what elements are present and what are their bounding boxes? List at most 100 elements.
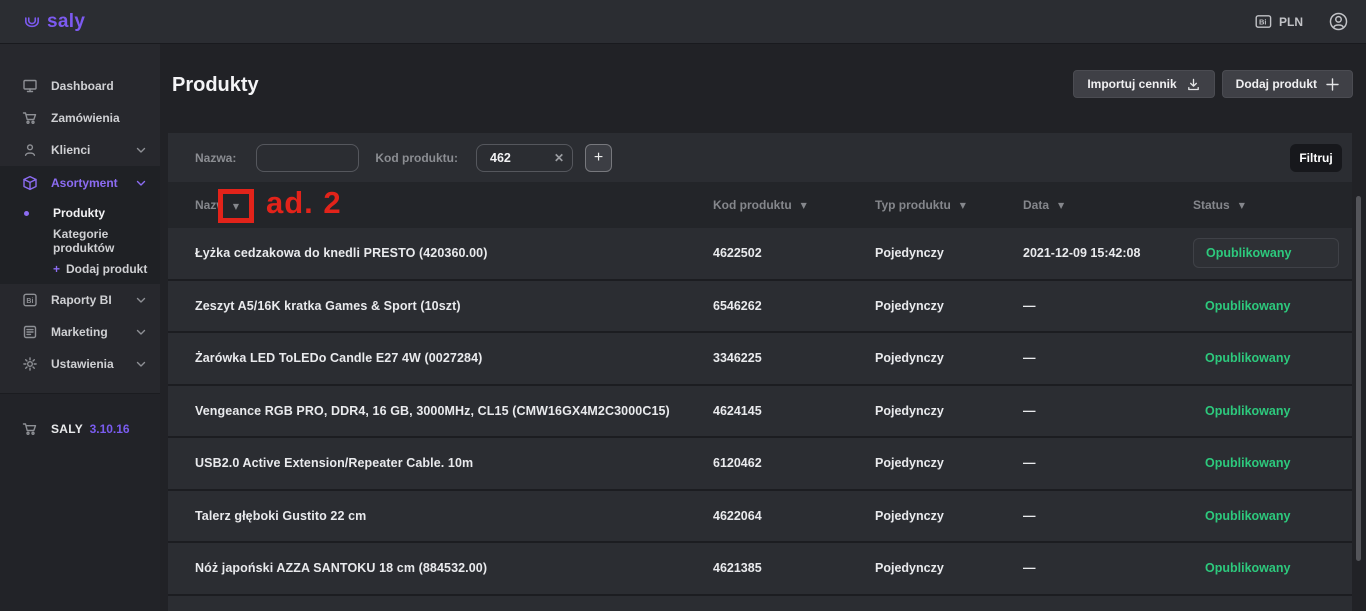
plus-icon bbox=[1326, 78, 1339, 91]
product-name-cell: Vengeance RGB PRO, DDR4, 16 GB, 3000MHz,… bbox=[168, 404, 713, 418]
sidebar-item-klienci[interactable]: Klienci bbox=[0, 134, 160, 166]
sidebar-item-label: Ustawienia bbox=[51, 357, 114, 371]
main-content: Produkty Importuj cennik Dodaj produkt N… bbox=[160, 44, 1366, 611]
product-status-cell: Opublikowany bbox=[1193, 456, 1352, 470]
sidebar-item-marketing[interactable]: Marketing bbox=[0, 316, 160, 348]
add-filter-button[interactable]: + bbox=[585, 144, 612, 172]
cart-icon bbox=[22, 110, 38, 126]
sidebar-item-label: Marketing bbox=[51, 325, 108, 339]
table-row[interactable]: Żarówka LED ToLEDo Candle E27 4W (002728… bbox=[168, 333, 1352, 386]
sidebar-item-ustawienia[interactable]: Ustawienia bbox=[0, 348, 160, 380]
topbar: saly Bi PLN bbox=[0, 0, 1366, 44]
product-code-cell: 4622064 bbox=[713, 509, 875, 523]
products-card: Nazwa: Kod produktu: ✕ + Filtruj Nazwa K… bbox=[168, 133, 1352, 611]
sort-arrow-icon[interactable]: ▼ bbox=[960, 201, 966, 210]
table-row[interactable]: Vengeance RGB PRO, DDR4, 16 GB, 3000MHz,… bbox=[168, 386, 1352, 439]
sidebar-subitem-label: Kategorie produktów bbox=[53, 227, 160, 255]
product-date-cell: — bbox=[1023, 299, 1193, 313]
brand-logo[interactable]: saly bbox=[22, 11, 85, 33]
table-row[interactable]: Talerz głęboki Gustito 22 cm 4622064 Poj… bbox=[168, 491, 1352, 544]
brand-name: saly bbox=[47, 11, 85, 33]
download-icon bbox=[1186, 77, 1201, 92]
product-type-cell: Pojedynczy bbox=[875, 299, 1023, 313]
table-row[interactable]: Łyżka cedzakowa do knedli PRESTO (420360… bbox=[168, 228, 1352, 281]
product-code-cell: 4621385 bbox=[713, 561, 875, 575]
column-label: Status bbox=[1193, 198, 1230, 212]
account-icon[interactable] bbox=[1329, 12, 1348, 31]
chevron-down-icon bbox=[136, 180, 146, 187]
chevron-down-icon bbox=[136, 361, 146, 368]
person-icon bbox=[22, 142, 38, 158]
product-name-cell: Zeszyt A5/16K kratka Games & Sport (10sz… bbox=[168, 299, 713, 313]
app-window: saly Bi PLN Dashboard bbox=[0, 0, 1366, 611]
product-name-cell: Talerz głęboki Gustito 22 cm bbox=[168, 509, 713, 523]
add-product-button[interactable]: Dodaj produkt bbox=[1222, 70, 1353, 98]
table-row[interactable]: Nóż japoński AZZA SANTOKU 18 cm (884532.… bbox=[168, 543, 1352, 596]
sidebar-subitem-kategorie[interactable]: Kategorie produktów bbox=[0, 227, 160, 255]
table-row[interactable]: Zeszyt A5/16K kratka Games & Sport (10sz… bbox=[168, 281, 1352, 334]
sidebar-subitem-label: Dodaj produkt bbox=[66, 262, 147, 276]
sidebar-subitem-produkty[interactable]: Produkty bbox=[0, 199, 160, 227]
bi-report-icon: Bi bbox=[22, 292, 38, 308]
name-filter-input[interactable] bbox=[256, 144, 359, 172]
sort-arrow-icon[interactable]: ▼ bbox=[233, 202, 239, 211]
product-status-cell: Opublikowany bbox=[1193, 351, 1352, 365]
sidebar-item-zamowienia[interactable]: Zamówienia bbox=[0, 102, 160, 134]
product-status-cell: Opublikowany bbox=[1193, 404, 1352, 418]
product-date-cell: — bbox=[1023, 561, 1193, 575]
sidebar-item-label: Zamówienia bbox=[51, 111, 120, 125]
column-label: Data bbox=[1023, 198, 1049, 212]
product-status-cell: Opublikowany bbox=[1193, 561, 1352, 575]
product-status-cell: Opublikowany bbox=[1193, 299, 1352, 313]
sidebar-subitem-label: Produkty bbox=[53, 206, 105, 220]
sidebar-item-label: Klienci bbox=[51, 143, 90, 157]
chevron-down-icon bbox=[136, 297, 146, 304]
table-row[interactable]: USB2.0 Active Extension/Repeater Cable. … bbox=[168, 438, 1352, 491]
sort-arrow-icon[interactable]: ▼ bbox=[1239, 201, 1245, 210]
status-badge: Opublikowany bbox=[1193, 238, 1339, 268]
column-header-status[interactable]: Status ▼ bbox=[1193, 198, 1352, 212]
product-code-cell: 4624145 bbox=[713, 404, 875, 418]
sort-arrow-icon[interactable]: ▼ bbox=[1058, 201, 1064, 210]
column-header-typ-produktu[interactable]: Typ produktu ▼ bbox=[875, 198, 1023, 212]
name-filter-label: Nazwa: bbox=[195, 151, 236, 165]
import-pricelist-button[interactable]: Importuj cennik bbox=[1073, 70, 1214, 98]
status-badge: Opublikowany bbox=[1205, 561, 1290, 575]
product-code-cell: 6120462 bbox=[713, 456, 875, 470]
chevron-down-icon bbox=[136, 147, 146, 154]
status-badge: Opublikowany bbox=[1205, 351, 1290, 365]
product-code-cell: 3346225 bbox=[713, 351, 875, 365]
chevron-down-icon bbox=[136, 329, 146, 336]
sidebar-item-label: Dashboard bbox=[51, 79, 114, 93]
svg-text:Bi: Bi bbox=[26, 298, 33, 305]
app-name: SALY bbox=[51, 422, 83, 436]
status-badge: Opublikowany bbox=[1205, 456, 1290, 470]
sidebar-item-raporty-bi[interactable]: Bi Raporty BI bbox=[0, 284, 160, 316]
svg-text:Bi: Bi bbox=[1259, 18, 1267, 27]
currency-label: PLN bbox=[1279, 15, 1303, 29]
monitor-icon bbox=[22, 78, 38, 94]
sidebar-subitem-dodaj-produkt[interactable]: + Dodaj produkt bbox=[0, 255, 160, 283]
column-header-kod-produktu[interactable]: Kod produktu ▼ bbox=[713, 198, 875, 212]
column-header-data[interactable]: Data ▼ bbox=[1023, 198, 1193, 212]
clear-filter-icon[interactable]: ✕ bbox=[554, 151, 564, 165]
package-icon bbox=[22, 175, 38, 191]
filter-submit-button[interactable]: Filtruj bbox=[1290, 144, 1342, 172]
sidebar-item-dashboard[interactable]: Dashboard bbox=[0, 70, 160, 102]
sort-arrow-icon[interactable]: ▼ bbox=[801, 201, 807, 210]
status-badge: Opublikowany bbox=[1205, 509, 1290, 523]
product-status-cell: Opublikowany bbox=[1193, 509, 1352, 523]
annotation-highlight-box: ▼ bbox=[218, 189, 254, 223]
product-date-cell: — bbox=[1023, 351, 1193, 365]
plus-icon: + bbox=[53, 262, 60, 276]
page-title: Produkty bbox=[172, 74, 259, 97]
product-name-cell: Nóż japoński AZZA SANTOKU 18 cm (884532.… bbox=[168, 561, 713, 575]
currency-selector[interactable]: Bi PLN bbox=[1255, 14, 1303, 29]
vertical-scrollbar[interactable] bbox=[1356, 196, 1361, 561]
sidebar-item-asortyment[interactable]: Asortyment bbox=[0, 167, 160, 199]
sidebar-item-label: Asortyment bbox=[51, 176, 118, 190]
product-type-cell: Pojedynczy bbox=[875, 561, 1023, 575]
active-bullet-icon bbox=[24, 211, 29, 216]
cart-logo-icon bbox=[22, 13, 42, 31]
product-name-cell: USB2.0 Active Extension/Repeater Cable. … bbox=[168, 456, 713, 470]
